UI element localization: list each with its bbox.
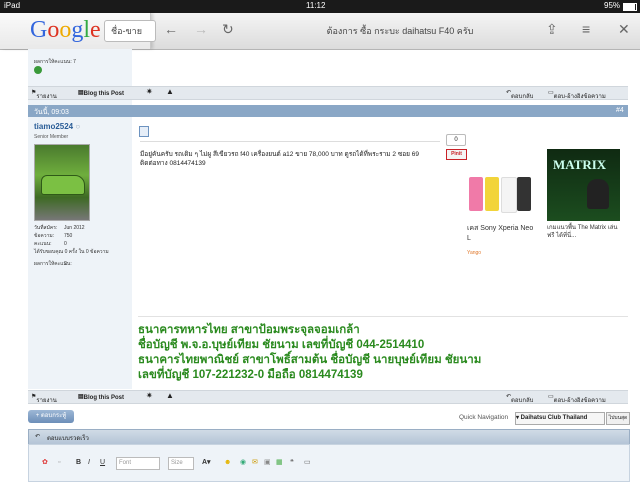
go-top-button[interactable]: ไปบนสุด xyxy=(606,412,630,425)
quick-reply-icon: ↶ xyxy=(35,434,41,440)
reply-button[interactable]: ↶ ตอบกลับ xyxy=(506,393,533,404)
ios-status-bar: iPad 11:12 95% xyxy=(0,0,640,13)
bold-button[interactable]: B xyxy=(76,457,81,469)
reputation-icon xyxy=(34,66,42,74)
ad-matrix-game-image[interactable]: MATRIX xyxy=(547,149,620,221)
prev-like-label: ผลการให้คะแนน: 7 xyxy=(34,59,76,65)
star-icon[interactable]: ✷ xyxy=(146,391,153,400)
username-link[interactable]: tiamo2524 ○ xyxy=(34,122,80,131)
pinit-button[interactable]: Pinit xyxy=(446,149,467,160)
signature-line: เลขที่บัญชี 107-221232-0 มือถือ 08144741… xyxy=(138,369,363,381)
remove-format-icon[interactable]: ▫ xyxy=(58,457,60,469)
star-icon[interactable]: ✷ xyxy=(146,87,153,96)
browser-toolbar: Google ชื่อ-ขาย ← → ↻ ต้องการ ซื้อ กระบะ… xyxy=(0,13,640,50)
post-number[interactable]: #4 xyxy=(616,107,624,114)
close-icon[interactable]: ✕ xyxy=(618,21,630,38)
pin-count: 0 xyxy=(446,134,466,146)
google-logo[interactable]: Google xyxy=(30,17,101,44)
email-icon[interactable]: ✉ xyxy=(252,457,258,469)
signature: ธนาคารทหารไทย สาขาป้อมพระจุลจอมเกล้า ชื่… xyxy=(138,323,482,383)
link-icon[interactable]: ◉ xyxy=(240,457,246,469)
source-icon[interactable]: ✿ xyxy=(42,457,48,469)
reply-thread-button[interactable]: + ตอบกระทู้ xyxy=(28,410,74,423)
post-icon xyxy=(139,126,149,137)
quote-button[interactable]: ▭ ตอบ-อ้างอิงข้อความ xyxy=(548,393,606,404)
reader-icon[interactable]: ≡ xyxy=(582,21,590,37)
avatar[interactable] xyxy=(34,144,90,221)
battery-icon xyxy=(623,3,637,11)
warning-icon[interactable]: ▲ xyxy=(166,87,174,96)
post-action-bar-bottom: ⚑ รายงาน ▤ Blog this Post ✷ ▲ ↶ ตอบกลับ … xyxy=(28,390,628,404)
search-input[interactable]: ชื่อ-ขาย xyxy=(104,20,156,42)
italic-button[interactable]: I xyxy=(88,457,90,469)
smiley-icon[interactable]: ☻ xyxy=(224,457,231,469)
quick-navigation-label: Quick Navigation xyxy=(459,414,509,421)
ad-phone-cases-caption[interactable]: เคส Sony Xperia Neo L xyxy=(467,224,539,244)
post-header: วันนี้, 09:03 #4 xyxy=(28,105,628,117)
back-icon[interactable]: ← xyxy=(164,21,178,37)
blog-post-button[interactable]: ▤ Blog this Post xyxy=(78,89,124,97)
blog-post-button[interactable]: ▤ Blog this Post xyxy=(78,393,124,401)
ad-matrix-game-caption[interactable]: เกมแนวพื้น The Matrix เล่นฟรี ได้ที่นี่.… xyxy=(547,224,622,240)
reply-button[interactable]: ↶ ตอบกลับ xyxy=(506,89,533,100)
warning-icon[interactable]: ▲ xyxy=(166,391,174,400)
clock: 11:12 xyxy=(306,1,326,10)
signature-line: ธนาคารไทยพาณิชย์ สาขาโพธิ์สามต้น ชื่อบัญ… xyxy=(138,354,482,366)
post-body: มีอยู่คันครับ รถเดิม ๆ ไม่ผู สีเขียวรถ f… xyxy=(140,151,419,167)
google-search-panel: Google ชื่อ-ขาย xyxy=(0,13,156,49)
share-icon[interactable]: ⇪ xyxy=(546,21,558,38)
device-label: iPad xyxy=(4,1,21,10)
size-select[interactable]: Size xyxy=(168,457,194,470)
quick-navigation-select[interactable]: ▾ Daihatsu Club Thailand xyxy=(515,412,605,425)
video-icon[interactable]: ▦ xyxy=(276,457,283,469)
post-date: วันนี้, 09:03 xyxy=(34,109,69,116)
text-color-button[interactable]: A▾ xyxy=(202,457,211,469)
quick-reply-title: ตอบแบบรวดเร็ว xyxy=(47,436,89,442)
user-rank: Senior Member xyxy=(34,134,69,140)
quote-icon[interactable]: ❝ xyxy=(290,457,294,469)
divider xyxy=(140,141,440,142)
quick-reply-header: ↶ ตอบแบบรวดเร็ว xyxy=(28,429,630,445)
code-icon[interactable]: ▭ xyxy=(304,457,311,469)
reload-icon[interactable]: ↻ xyxy=(222,21,234,38)
signature-line: ชื่อบัญชี พ.จ.อ.บุษย์เทียม ชัยนาม เลขที่… xyxy=(138,339,425,351)
battery-percent: 95% xyxy=(604,1,621,10)
post-action-bar-top: ⚑ รายงาน ▤ Blog this Post ✷ ▲ ↶ ตอบกลับ … xyxy=(28,86,628,100)
forward-icon[interactable]: → xyxy=(194,21,208,37)
image-icon[interactable]: ▣ xyxy=(264,457,271,469)
quote-button[interactable]: ▭ ตอบ-อ้างอิงข้อความ xyxy=(548,89,606,100)
signature-divider xyxy=(138,316,628,317)
ad-vendor-label: Yango xyxy=(467,250,482,256)
editor-toolbar: ✿ ▫ B I U Font Size A▾ ☻ ◉ ✉ ▣ ▦ ❝ ▭ xyxy=(38,457,318,471)
report-button[interactable]: ⚑ รายงาน xyxy=(31,89,57,100)
underline-button[interactable]: U xyxy=(100,457,105,469)
signature-line: ธนาคารทหารไทย สาขาป้อมพระจุลจอมเกล้า xyxy=(138,324,360,336)
font-select[interactable]: Font xyxy=(116,457,160,470)
report-button[interactable]: ⚑ รายงาน xyxy=(31,393,57,404)
user-stats: วันที่สมัคร: Jun 2012 ข้อความ: 750 คะแนน: 0… xyxy=(34,225,109,267)
ad-phone-cases-image[interactable] xyxy=(467,149,539,221)
page-title: ต้องการ ซื้อ กระบะ daihatsu F40 ครับ xyxy=(326,26,474,36)
